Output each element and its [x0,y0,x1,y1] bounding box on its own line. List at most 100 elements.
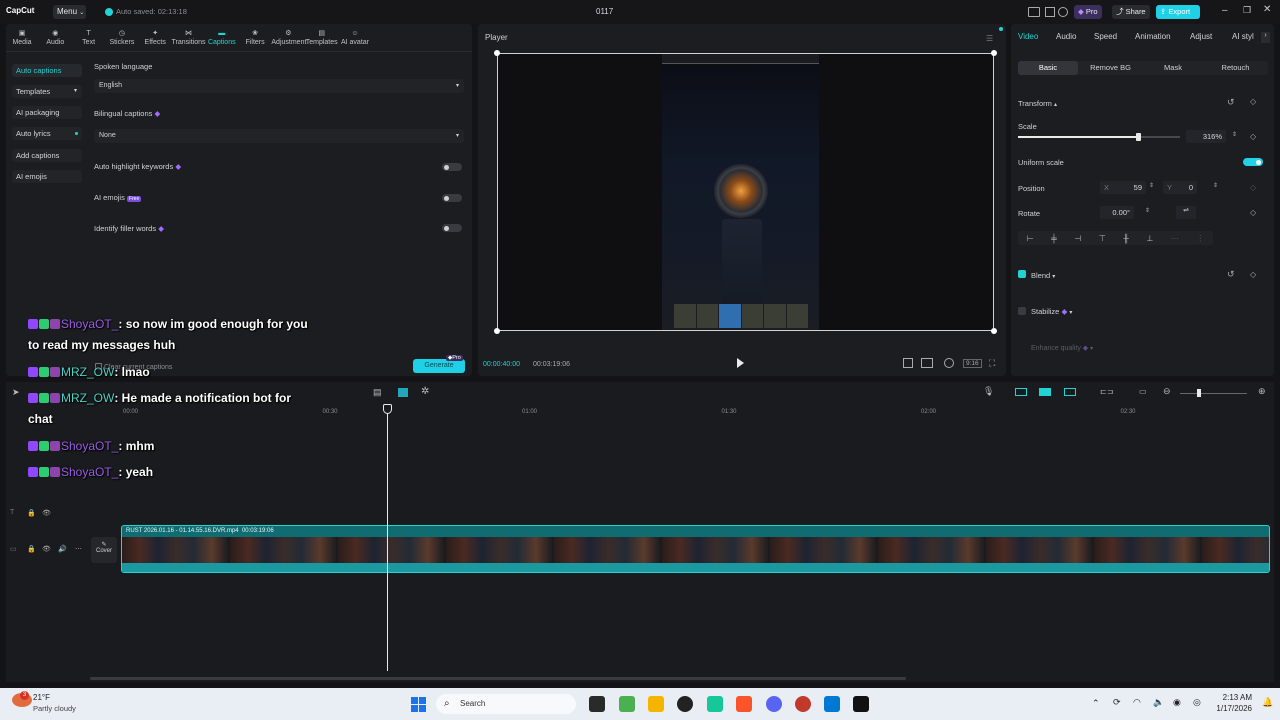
lock-icon[interactable]: 🔒 [27,509,36,517]
tool-transitions[interactable]: ⋈ Transitions [172,27,206,46]
rotate-input[interactable]: 0.00° [1100,206,1134,219]
export-button[interactable]: ⇪ Export [1156,5,1200,19]
app-icon[interactable] [707,696,723,712]
shortcut-icon[interactable] [1045,7,1055,17]
sidebar-add-captions[interactable]: Add captions [12,149,82,162]
flip-icon[interactable]: ⇌ [1176,206,1196,219]
stepper-icon[interactable]: ⇕ [1213,182,1218,189]
resize-handle-tr[interactable] [991,50,997,56]
align-top-icon[interactable]: ⊤ [1099,234,1106,243]
app-icon[interactable] [795,696,811,712]
tab-audio[interactable]: Audio [1056,32,1076,41]
eye-icon[interactable]: 👁 [42,545,51,553]
resize-handle-bl[interactable] [494,328,500,334]
align-center-icon[interactable]: ╪ [1051,234,1057,243]
uniform-scale-toggle[interactable] [1243,158,1263,166]
tool-adjustment[interactable]: ⚙ Adjustment [271,27,306,46]
scale-slider-track[interactable] [1018,133,1180,141]
microphone-icon[interactable]: 🎙 [983,386,994,397]
mute-icon[interactable]: 🔊 [58,545,67,553]
notifications-icon[interactable]: 🔔 [1262,697,1273,708]
more-icon[interactable]: ⋯ [75,545,82,553]
fullscreen-icon[interactable]: ⛶ [989,358,995,369]
ai-emojis-toggle[interactable] [442,194,462,202]
close-icon[interactable]: ✕ [1263,4,1271,15]
sidebar-auto-captions[interactable]: Auto captions [12,64,82,77]
wifi-icon[interactable]: ◠ [1133,697,1141,708]
clock-time[interactable]: 2:13 AM [1214,693,1252,702]
restore-icon[interactable]: ❐ [1243,5,1251,16]
auto-reframe-icon[interactable] [398,388,408,397]
tool-templates[interactable]: ▤ Templates [305,27,339,46]
spoken-language-select[interactable]: English ▾ [94,79,464,93]
position-y-input[interactable]: Y0 [1163,181,1197,194]
zoom-slider[interactable] [1180,393,1247,394]
blend-checkbox[interactable] [1018,270,1026,278]
cover-button[interactable]: ✎ Cover [91,537,117,563]
stepper-icon[interactable]: ⇕ [1232,131,1237,138]
tool-audio[interactable]: ◉ Audio [38,27,72,46]
snapshot-icon[interactable] [944,358,954,368]
share-button[interactable]: ⤴ Share [1112,5,1150,19]
align-bottom-icon[interactable]: ⊥ [1146,234,1153,243]
eye-icon[interactable]: 👁 [42,509,51,517]
zoom-out-icon[interactable]: ⊖ [1163,386,1171,397]
app-icon[interactable] [619,696,635,712]
menu-button[interactable]: Menu ⌄ [53,5,86,19]
sidebar-ai-packaging[interactable]: AI packaging [12,106,82,119]
project-name[interactable]: 0117 [596,7,613,16]
file-explorer-icon[interactable] [648,696,664,712]
tool-media[interactable]: ▣ Media [5,27,39,46]
tab-speed[interactable]: Speed [1094,32,1117,41]
discord-icon[interactable] [766,696,782,712]
volume-icon[interactable]: 🔈 [1153,697,1164,708]
subtab-retouch[interactable]: Retouch [1206,61,1266,75]
keyframe-icon[interactable]: ◇ [1250,270,1256,279]
app-tray-icon[interactable]: ◎ [1193,697,1201,708]
scale-input[interactable]: 316% [1186,130,1226,143]
distribute-h-icon[interactable]: ⋯ [1171,234,1179,243]
zoom-in-icon[interactable]: ⊕ [1258,386,1266,397]
stepper-icon[interactable]: ⇕ [1145,207,1150,214]
pro-button[interactable]: ◆ Pro [1074,5,1102,19]
tab-ai-styl[interactable]: AI styl [1232,32,1254,41]
lock-icon[interactable]: 🔒 [27,545,36,553]
capcut-icon[interactable] [853,696,869,712]
select-tool-icon[interactable]: ➤ [12,387,20,398]
tool-text[interactable]: T Text [72,27,106,47]
settings-icon[interactable] [1058,7,1068,17]
subtab-basic[interactable]: Basic [1018,61,1078,75]
sync-icon[interactable]: ⟳ [1113,697,1121,708]
playhead[interactable] [387,405,388,671]
align-middle-icon[interactable]: ╫ [1123,234,1129,243]
filler-words-toggle[interactable] [442,224,462,232]
magnet-icon[interactable] [1039,388,1051,396]
chevron-up-icon[interactable]: ⌃ [1092,698,1100,709]
auto-highlight-toggle[interactable] [442,163,462,171]
resize-handle-br[interactable] [991,328,997,334]
tab-video[interactable]: Video [1018,32,1038,41]
sidebar-auto-lyrics[interactable]: Auto lyrics [12,127,82,140]
generate-button[interactable]: Generate [413,359,465,373]
brave-icon[interactable] [736,696,752,712]
ai-tool-icon[interactable]: ✲ [421,386,429,397]
timeline-scrollbar[interactable] [90,677,906,680]
outlook-icon[interactable] [824,696,840,712]
keyframe-icon[interactable]: ◇ [1250,132,1256,141]
subtab-mask[interactable]: Mask [1143,61,1203,75]
sidebar-templates[interactable]: Templates ▾ [12,85,82,98]
tab-adjust[interactable]: Adjust [1190,32,1212,41]
tool-stickers[interactable]: ◷ Stickers [105,27,139,46]
chevron-right-icon[interactable]: › [1261,32,1270,43]
crop-icon[interactable] [903,358,913,368]
position-x-input[interactable]: X 59 [1100,181,1146,194]
ratio-button[interactable]: 9:16 [963,359,982,368]
reset-icon[interactable]: ↺ [1227,97,1235,108]
link-icon[interactable] [1015,388,1027,396]
tool-effects[interactable]: ✦ Effects [138,27,172,46]
keyframe-icon[interactable]: ◇ [1250,97,1256,106]
bilingual-select[interactable]: None ▾ [94,129,464,143]
minimize-icon[interactable]: – [1222,5,1228,16]
distribute-v-icon[interactable]: ⋮ [1196,234,1204,243]
preview-axis-icon[interactable] [1064,388,1076,396]
